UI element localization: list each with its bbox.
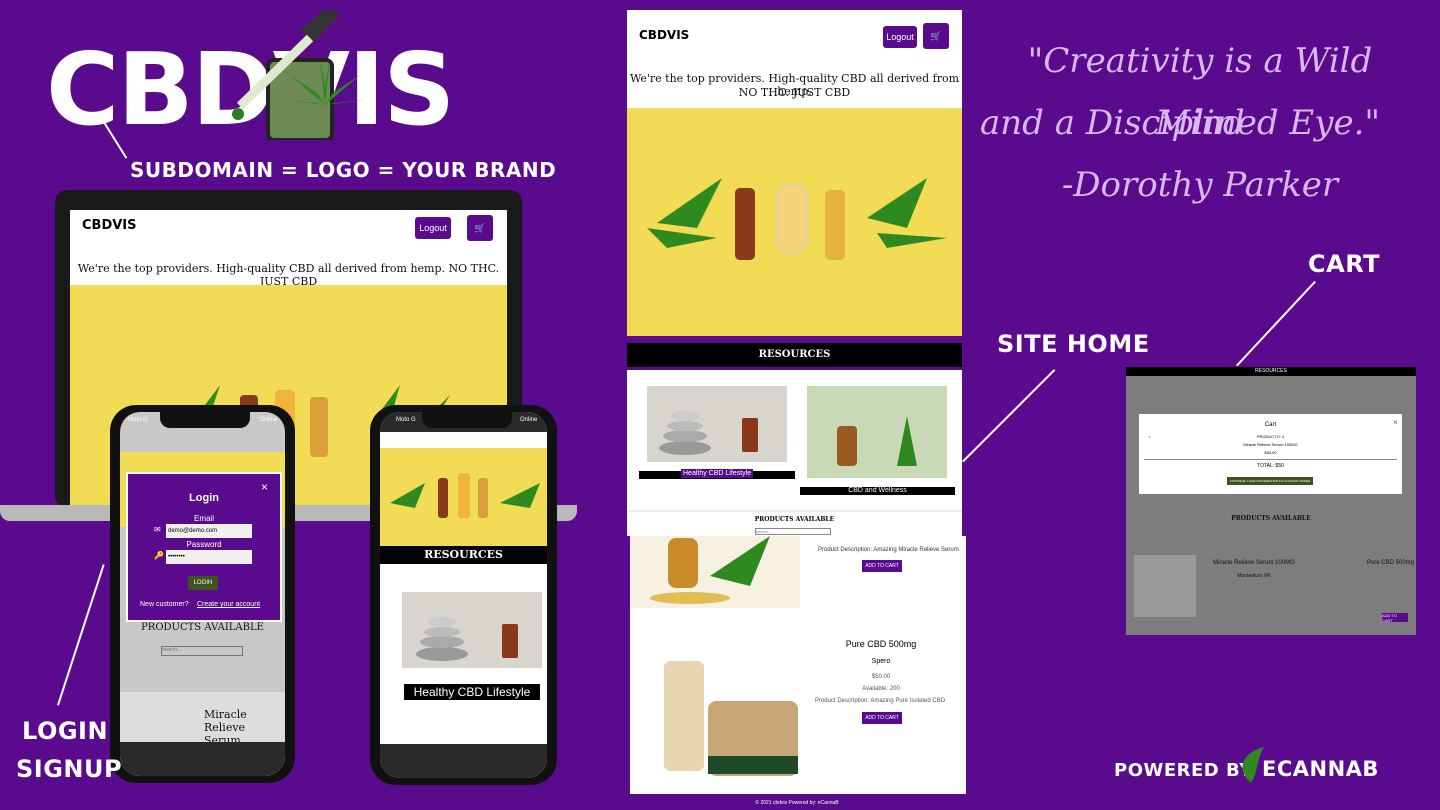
phone-carrier-2: Moto G bbox=[396, 417, 416, 423]
cart-item-name: Miracle Relieve Serum 100MG bbox=[1243, 442, 1298, 447]
serum-bottle-image bbox=[650, 536, 770, 604]
site-home-top: CBDVIS Logout 🛒 We're the top providers.… bbox=[627, 10, 962, 336]
powered-by-brand: ECANNAB bbox=[1262, 757, 1379, 781]
cart-products-label: PRODUCTS AVAILABLE bbox=[1231, 515, 1311, 522]
phone-nav-bar bbox=[120, 742, 285, 776]
logout-button-center[interactable]: Logout bbox=[883, 26, 917, 48]
powered-by-label: POWERED BY bbox=[1114, 760, 1253, 781]
product-search-input[interactable]: search... bbox=[161, 646, 243, 656]
signup-callout: SIGNUP bbox=[16, 755, 123, 783]
phone-resource-image bbox=[402, 592, 542, 668]
password-label: Password bbox=[186, 540, 222, 549]
phone-notch-2 bbox=[422, 412, 512, 428]
quote-line-2: and a Disciplined Eye." bbox=[980, 103, 1381, 143]
product-2-description: Product Description: Amazing Pure Isolat… bbox=[814, 698, 946, 704]
resource-label-lifestyle[interactable]: Healthy CBD Lifestyle bbox=[681, 469, 754, 478]
phone-resources-bar: RESOURCES bbox=[380, 546, 547, 564]
site-logo[interactable]: CBDVIS bbox=[82, 218, 137, 233]
quote-author: -Dorothy Parker bbox=[1061, 165, 1339, 205]
cbd-bottles-small-image bbox=[390, 473, 540, 518]
cart-total: TOTAL: $50 bbox=[1257, 463, 1284, 469]
phone-resource-label[interactable]: Healthy CBD Lifestyle bbox=[404, 684, 540, 700]
products-available-label: PRODUCTS AVAILABLE bbox=[754, 516, 835, 523]
new-customer-text: New customer? bbox=[140, 601, 189, 608]
key-icon: 🔑 bbox=[154, 551, 164, 560]
login-modal: × Login Email ✉ demo@demo.com Password 🔑… bbox=[126, 472, 282, 622]
cart-add-button[interactable]: ADD TO CART bbox=[1382, 613, 1408, 623]
site-footer: © 2021 cbdvis Powered by: eCannaB bbox=[755, 800, 839, 806]
resource-image-lifestyle[interactable] bbox=[647, 386, 787, 462]
cart-product-image bbox=[1134, 555, 1196, 617]
product-2-available: Available: 200 bbox=[862, 686, 900, 692]
cart-callout: CART bbox=[1308, 250, 1380, 278]
login-button[interactable]: LOGIN bbox=[188, 576, 218, 590]
cart-leader-line bbox=[1236, 280, 1316, 367]
resources-panel: Healthy CBD Lifestyle CBD and Wellness bbox=[627, 370, 962, 515]
product-1-add-button[interactable]: ADD TO CART bbox=[862, 560, 902, 572]
password-field[interactable]: •••••••• bbox=[166, 550, 252, 564]
email-label: Email bbox=[193, 514, 214, 523]
create-account-link[interactable]: Create your account bbox=[197, 601, 260, 608]
site-home-leader-line bbox=[962, 369, 1056, 463]
product-1-image bbox=[630, 536, 800, 608]
email-icon: ✉ bbox=[154, 525, 161, 534]
center-search-input[interactable]: search... bbox=[755, 528, 831, 535]
phone-status: Online bbox=[260, 417, 278, 423]
phone-nav-bar-2 bbox=[380, 744, 547, 778]
phone-status-2: Online bbox=[520, 417, 538, 423]
login-callout: LOGIN bbox=[22, 717, 109, 745]
cart-resources-bar: RESOURCES bbox=[1126, 367, 1416, 376]
cart-title: Cart bbox=[1264, 422, 1277, 428]
cart-divider bbox=[1144, 459, 1397, 460]
product-2-add-button[interactable]: ADD TO CART bbox=[862, 712, 902, 724]
product-2-price: $50.00 bbox=[871, 674, 891, 680]
product-2-image bbox=[658, 631, 808, 781]
cbd-bottles-center-image bbox=[647, 178, 947, 260]
cart-button-center[interactable]: 🛒 bbox=[923, 23, 949, 49]
cart-product-1-name: Miracle Relieve Serum 100MG bbox=[1213, 560, 1295, 566]
cart-product-1-brand: Momentum VR bbox=[1237, 573, 1271, 579]
cart-screenshot: RESOURCES PRODUCTS AVAILABLE Miracle Rel… bbox=[1126, 367, 1416, 635]
email-field[interactable]: demo@demo.com bbox=[166, 524, 252, 538]
dropper-leaf-icon bbox=[232, 10, 365, 140]
resources-bar: RESOURCES bbox=[627, 343, 962, 367]
zen-stones-image bbox=[416, 617, 518, 661]
cart-product-2-name: Pure CBD 500mg bbox=[1366, 560, 1414, 566]
login-title: Login bbox=[189, 492, 219, 504]
site-home-callout: SITE HOME bbox=[997, 330, 1150, 358]
product-1-description: Product Description: Amazing Miracle Rel… bbox=[818, 547, 959, 553]
product-2-brand: Spero bbox=[871, 658, 891, 665]
product-2-name: Pure CBD 500mg bbox=[845, 639, 917, 649]
resource-label-wellness[interactable]: CBD and Wellness bbox=[800, 487, 955, 495]
cart-icon-center: 🛒 bbox=[930, 30, 942, 41]
products-available-heading: PRODUCTS AVAILABLE bbox=[141, 622, 264, 633]
spero-bottles-image bbox=[664, 661, 798, 776]
cart-button[interactable]: 🛒 bbox=[467, 215, 493, 241]
cart-item-price: $50.00 bbox=[1264, 450, 1277, 455]
logout-button[interactable]: Logout bbox=[415, 217, 451, 239]
phone-hero-banner bbox=[380, 448, 547, 546]
center-hero-banner bbox=[627, 108, 962, 336]
cart-item-product: PRODUCTO: 4 bbox=[1256, 434, 1285, 439]
tagline-line2: NO THC. JUST CBD bbox=[738, 86, 851, 99]
resource-image-wellness[interactable] bbox=[807, 386, 947, 478]
login-leader-line bbox=[57, 564, 105, 706]
site-logo-center[interactable]: CBDVIS bbox=[639, 28, 689, 42]
subdomain-caption: SUBDOMAIN = LOGO = YOUR BRAND bbox=[130, 158, 557, 182]
phone-home-screen: Moto G Online RESOURCES Healthy CBD Life… bbox=[380, 412, 547, 778]
dropper-plant-image bbox=[837, 416, 917, 466]
cart-checkout-button[interactable]: CONTINUE: LOGIN INFORMATION TO ACCOUNT O… bbox=[1227, 477, 1313, 485]
phone-notch bbox=[160, 412, 250, 428]
cart-modal: × Cart • PRODUCTO: 4 Miracle Relieve Ser… bbox=[1139, 414, 1402, 494]
products-header-strip: PRODUCTS AVAILABLE search... bbox=[627, 512, 962, 536]
products-list: Product Description: Amazing Miracle Rel… bbox=[630, 536, 966, 794]
cart-icon: 🛒 bbox=[474, 222, 486, 233]
zen-stones-center-image bbox=[659, 411, 758, 455]
phone-carrier: Moto G bbox=[128, 417, 148, 423]
